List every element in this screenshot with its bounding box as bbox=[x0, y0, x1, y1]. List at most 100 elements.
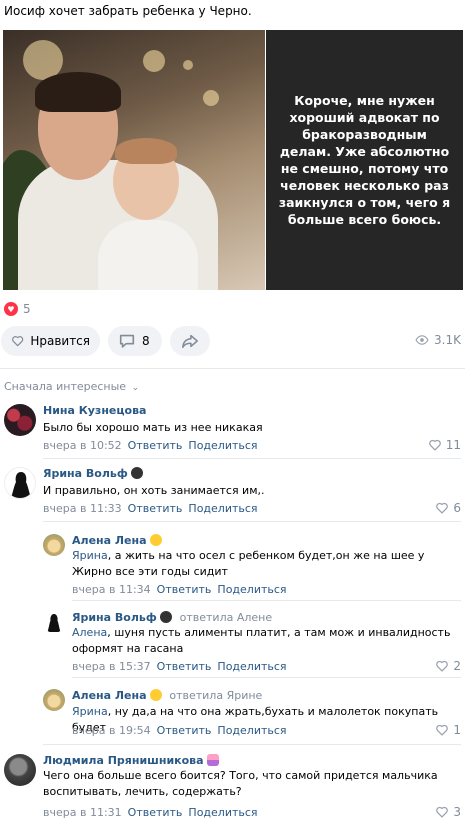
share-button[interactable] bbox=[170, 326, 210, 356]
comment-author-name[interactable]: Алена Лена bbox=[72, 534, 147, 547]
divider bbox=[72, 600, 461, 601]
heart-outline-icon bbox=[428, 439, 441, 451]
avatar[interactable] bbox=[43, 611, 65, 633]
share-link[interactable]: Поделиться bbox=[188, 439, 257, 452]
heart-outline-icon bbox=[436, 502, 449, 514]
avatar[interactable] bbox=[4, 754, 36, 786]
share-arrow-icon bbox=[182, 334, 198, 349]
comment-like-button[interactable]: 3 bbox=[435, 805, 461, 819]
comment-author[interactable]: Ярина Вольф bbox=[43, 467, 143, 480]
quote-text: Короче, мне нужен хороший адвокат по бра… bbox=[278, 93, 451, 227]
comment-text: Чего она больше всего боится? Того, что … bbox=[43, 769, 438, 798]
reply-link[interactable]: Ответить bbox=[128, 806, 183, 819]
views-count: 3.1K bbox=[434, 333, 461, 347]
comment-body: , шуня пусть алименты платит, а там мож … bbox=[72, 626, 451, 655]
bomb-emoji-icon bbox=[159, 611, 172, 623]
comment-meta: вчера в 10:52 Ответить Поделиться bbox=[43, 439, 258, 452]
reply-addressee[interactable]: Ярина bbox=[72, 705, 108, 718]
post-text: Иосиф хочет забрать ребенка у Черно. bbox=[4, 4, 252, 18]
like-button-label: Нравится bbox=[30, 334, 90, 348]
reply-link[interactable]: Ответить bbox=[128, 502, 183, 515]
heart-outline-icon bbox=[436, 660, 449, 672]
reply-link[interactable]: Ответить bbox=[157, 660, 212, 673]
comments-button[interactable]: 8 bbox=[108, 326, 162, 356]
quote-image[interactable]: Короче, мне нужен хороший адвокат по бра… bbox=[266, 30, 463, 290]
heart-reaction-icon: ♥ bbox=[4, 302, 18, 316]
views-counter: 3.1K bbox=[415, 333, 461, 347]
comment-author[interactable]: Алена Лена bbox=[72, 534, 162, 547]
share-link[interactable]: Поделиться bbox=[188, 806, 257, 819]
comment-meta: вчера в 19:54 Ответить Поделиться bbox=[72, 724, 287, 737]
comment-time[interactable]: вчера в 15:37 bbox=[72, 660, 151, 673]
comment-meta: вчера в 11:33 Ответить Поделиться bbox=[43, 502, 258, 515]
divider bbox=[43, 458, 461, 459]
comment-like-count: 1 bbox=[453, 723, 461, 737]
comment-like-count: 6 bbox=[453, 501, 461, 515]
comment-author[interactable]: Людмила Прянишникова bbox=[43, 754, 219, 767]
comment-meta: вчера в 11:34 Ответить Поделиться bbox=[72, 583, 287, 596]
comments-count: 8 bbox=[142, 334, 150, 348]
share-link[interactable]: Поделиться bbox=[217, 583, 286, 596]
reply-link[interactable]: Ответить bbox=[157, 583, 212, 596]
chevron-down-icon: ⌄ bbox=[131, 383, 140, 393]
comment-time[interactable]: вчера в 11:33 bbox=[43, 502, 122, 515]
comment-author-name[interactable]: Ярина Вольф bbox=[43, 467, 128, 480]
comment-text: Ярина, а жить на что осел с ребенком буд… bbox=[72, 548, 458, 580]
heart-outline-icon bbox=[436, 724, 449, 736]
comment-like-button[interactable]: 1 bbox=[435, 723, 461, 737]
avatar[interactable] bbox=[43, 534, 65, 556]
comment-time[interactable]: вчера в 19:54 bbox=[72, 724, 151, 737]
comment-like-button[interactable]: 2 bbox=[435, 659, 461, 673]
heart-outline-icon bbox=[436, 806, 449, 818]
comment-body: , а жить на что осел с ребенком будет,он… bbox=[72, 549, 425, 578]
comment-icon bbox=[119, 334, 135, 348]
comment-meta: вчера в 11:31 Ответить Поделиться bbox=[43, 806, 258, 819]
comment-like-count: 2 bbox=[453, 659, 461, 673]
comment-like-count: 11 bbox=[445, 438, 461, 452]
comment-author-name[interactable]: Людмила Прянишникова bbox=[43, 754, 204, 767]
bomb-emoji-icon bbox=[130, 467, 143, 479]
reply-link[interactable]: Ответить bbox=[128, 439, 183, 452]
comment-author[interactable]: Ярина Вольф ответила Алене bbox=[72, 611, 272, 624]
share-link[interactable]: Поделиться bbox=[188, 502, 257, 515]
reply-link[interactable]: Ответить bbox=[157, 724, 212, 737]
comment-like-button[interactable]: 11 bbox=[428, 438, 461, 452]
comment-time[interactable]: вчера в 10:52 bbox=[43, 439, 122, 452]
avatar[interactable] bbox=[43, 689, 65, 711]
avatar[interactable] bbox=[4, 467, 36, 499]
eye-icon bbox=[415, 335, 429, 345]
replied-to[interactable]: ответила Ярине bbox=[169, 689, 262, 702]
comment-like-count: 3 bbox=[453, 805, 461, 819]
comment-time[interactable]: вчера в 11:31 bbox=[43, 806, 122, 819]
comment-text: Было бы хорошо мать из нее никакая bbox=[43, 421, 263, 434]
reply-addressee[interactable]: Ярина bbox=[72, 549, 108, 562]
comment-author[interactable]: Алена Лена ответила Ярине bbox=[72, 689, 262, 702]
comment-like-button[interactable]: 6 bbox=[435, 501, 461, 515]
likes-count: 5 bbox=[23, 302, 31, 316]
reply-addressee[interactable]: Алена bbox=[72, 626, 107, 639]
divider bbox=[43, 521, 461, 522]
replied-to[interactable]: ответила Алене bbox=[180, 611, 273, 624]
comment-text: Алена, шуня пусть алименты платит, а там… bbox=[72, 625, 458, 657]
comments-sort-dropdown[interactable]: Сначала интересные ⌄ bbox=[4, 380, 139, 393]
comment-author-name[interactable]: Алена Лена bbox=[72, 689, 147, 702]
comment-meta: вчера в 15:37 Ответить Поделиться bbox=[72, 660, 287, 673]
like-button[interactable]: Нравится bbox=[1, 326, 100, 356]
sort-label: Сначала интересные bbox=[4, 380, 127, 393]
heart-outline-icon bbox=[12, 336, 24, 347]
avatar[interactable] bbox=[4, 404, 36, 436]
family-photo[interactable] bbox=[3, 30, 265, 290]
reactions-summary[interactable]: ♥ 5 bbox=[4, 302, 31, 316]
smiley-emoji-icon bbox=[149, 689, 162, 701]
gift-emoji-icon bbox=[206, 754, 219, 766]
comment-author-name[interactable]: Ярина Вольф bbox=[72, 611, 157, 624]
comment-time[interactable]: вчера в 11:34 bbox=[72, 583, 151, 596]
comment-author[interactable]: Нина Кузнецова bbox=[43, 404, 146, 417]
share-link[interactable]: Поделиться bbox=[217, 660, 286, 673]
divider bbox=[72, 677, 461, 678]
comment-text: И правильно, он хоть занимается им,. bbox=[43, 484, 265, 497]
share-link[interactable]: Поделиться bbox=[217, 724, 286, 737]
smiley-emoji-icon bbox=[149, 534, 162, 546]
divider bbox=[43, 744, 461, 745]
post-image-collage[interactable]: Короче, мне нужен хороший адвокат по бра… bbox=[3, 30, 463, 290]
